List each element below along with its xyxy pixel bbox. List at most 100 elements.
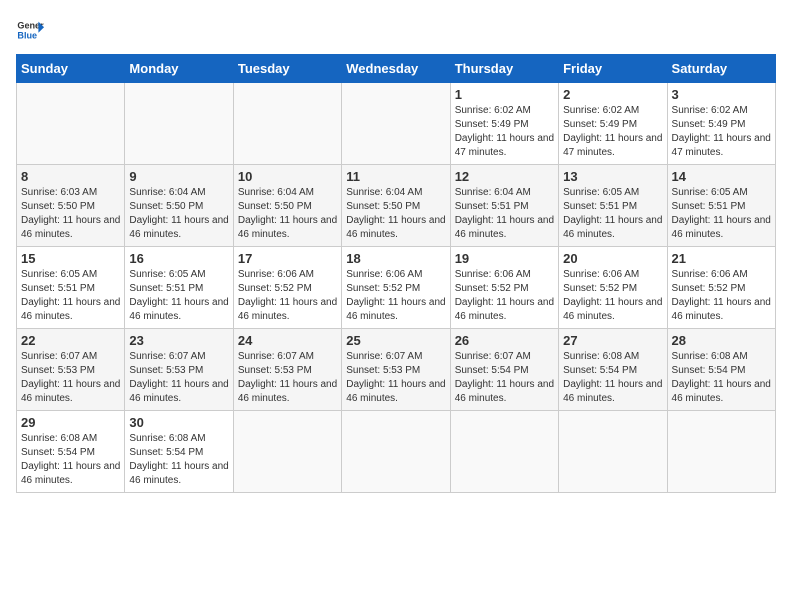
calendar-cell: 22 Sunrise: 6:07 AMSunset: 5:53 PMDayligh… [17, 329, 125, 411]
day-number: 20 [563, 251, 662, 266]
day-info: Sunrise: 6:02 AMSunset: 5:49 PMDaylight:… [455, 104, 554, 160]
week-row-1: 8 Sunrise: 6:03 AMSunset: 5:50 PMDaylight… [17, 165, 776, 247]
day-info: Sunrise: 6:07 AMSunset: 5:53 PMDaylight:… [238, 350, 337, 406]
day-info: Sunrise: 6:04 AMSunset: 5:50 PMDaylight:… [129, 186, 228, 242]
day-info: Sunrise: 6:04 AMSunset: 5:51 PMDaylight:… [455, 186, 554, 242]
day-number: 13 [563, 169, 662, 184]
calendar-cell: 13 Sunrise: 6:05 AMSunset: 5:51 PMDayligh… [559, 165, 667, 247]
day-info: Sunrise: 6:07 AMSunset: 5:53 PMDaylight:… [21, 350, 120, 406]
day-info: Sunrise: 6:06 AMSunset: 5:52 PMDaylight:… [672, 268, 771, 324]
day-info: Sunrise: 6:02 AMSunset: 5:49 PMDaylight:… [672, 104, 771, 160]
calendar-cell [233, 411, 341, 493]
calendar-cell: 27 Sunrise: 6:08 AMSunset: 5:54 PMDayligh… [559, 329, 667, 411]
calendar-cell: 15 Sunrise: 6:05 AMSunset: 5:51 PMDayligh… [17, 247, 125, 329]
day-number: 23 [129, 333, 228, 348]
day-number: 22 [21, 333, 120, 348]
day-number: 1 [455, 87, 554, 102]
header-wednesday: Wednesday [342, 55, 450, 83]
header-friday: Friday [559, 55, 667, 83]
calendar-cell: 26 Sunrise: 6:07 AMSunset: 5:54 PMDayligh… [450, 329, 558, 411]
calendar-cell [233, 83, 341, 165]
day-info: Sunrise: 6:08 AMSunset: 5:54 PMDaylight:… [672, 350, 771, 406]
header: General Blue [16, 16, 776, 44]
day-number: 24 [238, 333, 337, 348]
day-number: 27 [563, 333, 662, 348]
day-number: 12 [455, 169, 554, 184]
day-number: 19 [455, 251, 554, 266]
calendar-cell: 21 Sunrise: 6:06 AMSunset: 5:52 PMDayligh… [667, 247, 775, 329]
day-number: 17 [238, 251, 337, 266]
day-info: Sunrise: 6:08 AMSunset: 5:54 PMDaylight:… [563, 350, 662, 406]
day-number: 28 [672, 333, 771, 348]
calendar-cell [125, 83, 233, 165]
day-number: 29 [21, 415, 120, 430]
calendar-cell [342, 411, 450, 493]
calendar-cell: 28 Sunrise: 6:08 AMSunset: 5:54 PMDayligh… [667, 329, 775, 411]
day-info: Sunrise: 6:08 AMSunset: 5:54 PMDaylight:… [21, 432, 120, 488]
day-number: 14 [672, 169, 771, 184]
calendar-cell [559, 411, 667, 493]
header-thursday: Thursday [450, 55, 558, 83]
logo: General Blue [16, 16, 44, 44]
day-number: 26 [455, 333, 554, 348]
day-number: 18 [346, 251, 445, 266]
day-info: Sunrise: 6:04 AMSunset: 5:50 PMDaylight:… [346, 186, 445, 242]
calendar-cell: 11 Sunrise: 6:04 AMSunset: 5:50 PMDayligh… [342, 165, 450, 247]
calendar-cell: 2Sunrise: 6:02 AMSunset: 5:49 PMDaylight… [559, 83, 667, 165]
day-number: 15 [21, 251, 120, 266]
calendar-cell: 14 Sunrise: 6:05 AMSunset: 5:51 PMDayligh… [667, 165, 775, 247]
calendar-cell: 1 Sunrise: 6:02 AMSunset: 5:49 PMDaylight… [450, 83, 558, 165]
week-row-4: 29 Sunrise: 6:08 AMSunset: 5:54 PMDayligh… [17, 411, 776, 493]
day-number: 3 [672, 87, 771, 102]
calendar-cell: 18 Sunrise: 6:06 AMSunset: 5:52 PMDayligh… [342, 247, 450, 329]
header-row: SundayMondayTuesdayWednesdayThursdayFrid… [17, 55, 776, 83]
calendar-cell: 12 Sunrise: 6:04 AMSunset: 5:51 PMDayligh… [450, 165, 558, 247]
day-number: 10 [238, 169, 337, 184]
day-number: 16 [129, 251, 228, 266]
calendar-cell: 17 Sunrise: 6:06 AMSunset: 5:52 PMDayligh… [233, 247, 341, 329]
day-info: Sunrise: 6:07 AMSunset: 5:54 PMDaylight:… [455, 350, 554, 406]
day-info: Sunrise: 6:07 AMSunset: 5:53 PMDaylight:… [129, 350, 228, 406]
calendar-cell [450, 411, 558, 493]
day-info: Sunrise: 6:03 AMSunset: 5:50 PMDaylight:… [21, 186, 120, 242]
day-number: 8 [21, 169, 120, 184]
calendar-cell: 20 Sunrise: 6:06 AMSunset: 5:52 PMDayligh… [559, 247, 667, 329]
logo-icon: General Blue [16, 16, 44, 44]
day-info: Sunrise: 6:07 AMSunset: 5:53 PMDaylight:… [346, 350, 445, 406]
day-info: Sunrise: 6:05 AMSunset: 5:51 PMDaylight:… [129, 268, 228, 324]
calendar-cell: 30Sunrise: 6:08 AMSunset: 5:54 PMDayligh… [125, 411, 233, 493]
day-info: Sunrise: 6:06 AMSunset: 5:52 PMDaylight:… [346, 268, 445, 324]
week-row-3: 22 Sunrise: 6:07 AMSunset: 5:53 PMDayligh… [17, 329, 776, 411]
calendar-cell: 16 Sunrise: 6:05 AMSunset: 5:51 PMDayligh… [125, 247, 233, 329]
day-info: Sunrise: 6:05 AMSunset: 5:51 PMDaylight:… [21, 268, 120, 324]
day-number: 2 [563, 87, 662, 102]
header-monday: Monday [125, 55, 233, 83]
calendar-cell: 3 Sunrise: 6:02 AMSunset: 5:49 PMDaylight… [667, 83, 775, 165]
calendar-cell [17, 83, 125, 165]
day-number: 9 [129, 169, 228, 184]
svg-text:Blue: Blue [17, 30, 37, 40]
header-saturday: Saturday [667, 55, 775, 83]
day-info: Sunrise: 6:08 AMSunset: 5:54 PMDaylight:… [129, 432, 228, 488]
calendar-cell: 9 Sunrise: 6:04 AMSunset: 5:50 PMDaylight… [125, 165, 233, 247]
week-row-0: 1 Sunrise: 6:02 AMSunset: 5:49 PMDaylight… [17, 83, 776, 165]
calendar-cell [342, 83, 450, 165]
calendar-cell: 8 Sunrise: 6:03 AMSunset: 5:50 PMDaylight… [17, 165, 125, 247]
day-info: Sunrise: 6:05 AMSunset: 5:51 PMDaylight:… [672, 186, 771, 242]
header-sunday: Sunday [17, 55, 125, 83]
calendar-table: SundayMondayTuesdayWednesdayThursdayFrid… [16, 54, 776, 493]
day-info: Sunrise: 6:06 AMSunset: 5:52 PMDaylight:… [563, 268, 662, 324]
day-info: Sunrise: 6:06 AMSunset: 5:52 PMDaylight:… [455, 268, 554, 324]
week-row-2: 15 Sunrise: 6:05 AMSunset: 5:51 PMDayligh… [17, 247, 776, 329]
header-tuesday: Tuesday [233, 55, 341, 83]
calendar-cell: 10Sunrise: 6:04 AMSunset: 5:50 PMDayligh… [233, 165, 341, 247]
calendar-cell: 24 Sunrise: 6:07 AMSunset: 5:53 PMDayligh… [233, 329, 341, 411]
day-number: 21 [672, 251, 771, 266]
calendar-cell: 25 Sunrise: 6:07 AMSunset: 5:53 PMDayligh… [342, 329, 450, 411]
day-number: 11 [346, 169, 445, 184]
day-info: Sunrise: 6:05 AMSunset: 5:51 PMDaylight:… [563, 186, 662, 242]
day-number: 25 [346, 333, 445, 348]
day-info: Sunrise: 6:06 AMSunset: 5:52 PMDaylight:… [238, 268, 337, 324]
calendar-cell: 19 Sunrise: 6:06 AMSunset: 5:52 PMDayligh… [450, 247, 558, 329]
calendar-cell: 23 Sunrise: 6:07 AMSunset: 5:53 PMDayligh… [125, 329, 233, 411]
